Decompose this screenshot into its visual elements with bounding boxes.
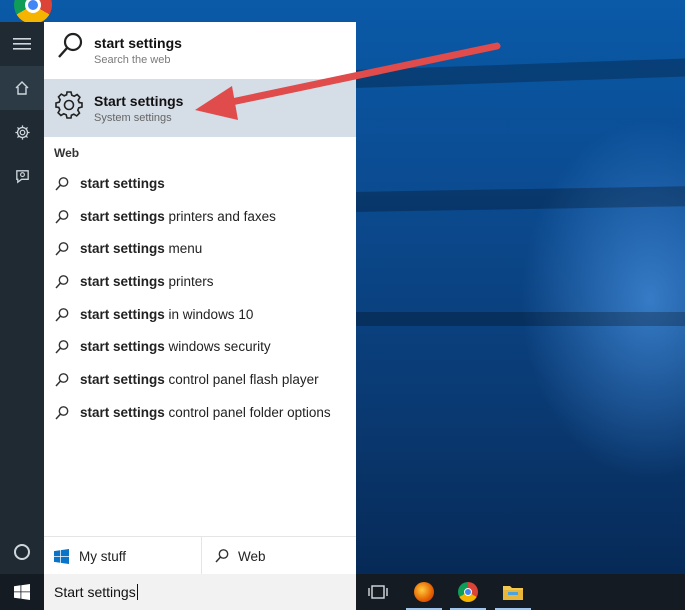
suggestion-suffix: control panel flash player bbox=[164, 372, 319, 388]
search-icon bbox=[55, 275, 69, 289]
web-suggestion[interactable]: start settings control panel flash playe… bbox=[44, 363, 356, 396]
cortana-search-panel: start settings Search the web Start sett… bbox=[44, 22, 356, 575]
home-button[interactable] bbox=[0, 66, 44, 110]
suggestion-query: start settings bbox=[80, 241, 165, 257]
firefox-icon bbox=[414, 582, 434, 602]
firefox-taskbar-button[interactable] bbox=[406, 578, 442, 610]
start-rail bbox=[0, 22, 44, 574]
file-explorer-icon bbox=[503, 586, 523, 600]
file-explorer-taskbar-button[interactable] bbox=[495, 578, 531, 610]
settings-gear-icon bbox=[55, 91, 83, 119]
section-heading-web: Web bbox=[54, 146, 80, 160]
home-icon bbox=[15, 81, 29, 95]
suggestion-query: start settings bbox=[80, 208, 165, 224]
hamburger-menu-icon bbox=[13, 38, 31, 50]
suggestion-suffix: printers and faxes bbox=[164, 208, 276, 224]
web-suggestions-list: start settings start settings printers a… bbox=[44, 167, 356, 429]
result-title: start settings bbox=[94, 35, 182, 51]
feedback-button[interactable] bbox=[0, 154, 44, 198]
suggestion-suffix: windows security bbox=[164, 339, 271, 355]
wallpaper-beam bbox=[354, 56, 685, 88]
taskbar: Start settings bbox=[0, 574, 685, 610]
search-icon bbox=[55, 340, 69, 354]
web-suggestion[interactable]: start settings printers and faxes bbox=[44, 200, 356, 233]
result-title: Start settings bbox=[94, 93, 184, 109]
text-caret bbox=[136, 584, 138, 600]
web-suggestion[interactable]: start settings in windows 10 bbox=[44, 298, 356, 331]
task-view-icon bbox=[368, 585, 388, 599]
search-icon bbox=[55, 242, 69, 256]
search-icon bbox=[55, 307, 69, 322]
my-stuff-button[interactable]: My stuff bbox=[44, 537, 200, 575]
suggestion-query: start settings bbox=[80, 339, 165, 355]
web-suggestion[interactable]: start settings control panel folder opti… bbox=[44, 396, 356, 429]
search-scope-bar: My stuff Web bbox=[44, 536, 356, 575]
feedback-icon bbox=[15, 169, 29, 183]
web-scope-label: Web bbox=[238, 548, 266, 564]
web-suggestion[interactable]: start settings printers bbox=[44, 265, 356, 298]
web-scope-button[interactable]: Web bbox=[201, 537, 357, 575]
suggestion-suffix: menu bbox=[164, 241, 203, 257]
suggestion-suffix: printers bbox=[164, 274, 214, 290]
settings-gear-icon bbox=[14, 124, 30, 140]
task-view-button[interactable] bbox=[364, 578, 392, 606]
suggestion-query: start settings bbox=[80, 176, 165, 191]
search-icon bbox=[215, 549, 229, 563]
wallpaper-glow bbox=[520, 120, 685, 480]
settings-button[interactable] bbox=[0, 110, 44, 154]
suggestion-query: start settings bbox=[80, 404, 165, 420]
search-icon bbox=[55, 405, 69, 420]
result-subtitle: System settings bbox=[94, 112, 172, 124]
taskbar-search-input[interactable]: Start settings bbox=[44, 574, 356, 610]
search-icon bbox=[55, 209, 69, 224]
my-stuff-label: My stuff bbox=[79, 548, 127, 564]
chrome-taskbar-button[interactable] bbox=[450, 578, 486, 610]
chrome-icon bbox=[458, 582, 478, 602]
cortana-icon[interactable] bbox=[14, 544, 30, 560]
start-settings-result[interactable]: Start settings System settings bbox=[44, 79, 356, 137]
web-suggestion[interactable]: start settings windows security bbox=[44, 330, 356, 363]
web-suggestion[interactable]: start settings bbox=[44, 167, 356, 200]
web-search-result[interactable]: start settings Search the web bbox=[44, 22, 356, 78]
windows-start-icon bbox=[14, 584, 30, 600]
start-button[interactable] bbox=[0, 574, 44, 610]
magnifier-icon bbox=[58, 32, 83, 58]
suggestion-query: start settings bbox=[80, 306, 165, 322]
windows-logo-icon bbox=[54, 548, 69, 564]
hamburger-menu-button[interactable] bbox=[0, 22, 44, 66]
suggestion-query: start settings bbox=[80, 274, 165, 290]
result-subtitle: Search the web bbox=[94, 54, 171, 66]
suggestion-suffix: control panel folder options bbox=[164, 404, 331, 420]
suggestion-query: start settings bbox=[80, 372, 165, 388]
search-icon bbox=[55, 373, 69, 387]
wallpaper-beam bbox=[355, 312, 685, 326]
web-suggestion[interactable]: start settings menu bbox=[44, 232, 356, 265]
search-icon bbox=[55, 177, 69, 191]
search-query-text: Start settings bbox=[54, 584, 136, 600]
suggestion-suffix: in windows 10 bbox=[164, 306, 254, 322]
